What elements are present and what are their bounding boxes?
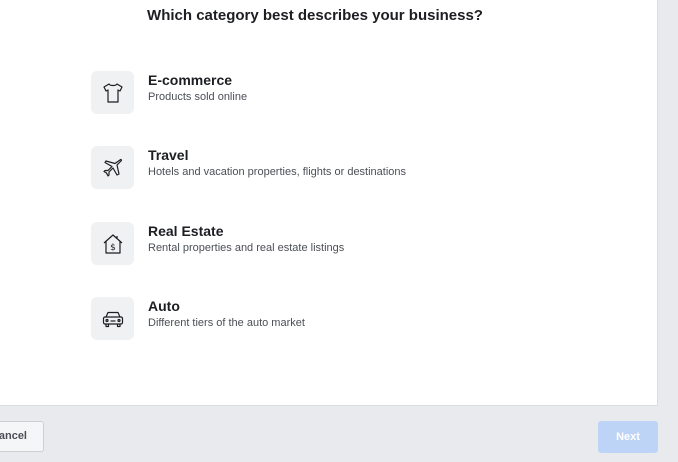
option-travel[interactable]: Travel Hotels and vacation properties, f…	[91, 146, 511, 190]
airplane-icon	[91, 146, 134, 189]
tshirt-icon	[91, 71, 134, 114]
option-description: Different tiers of the auto market	[148, 317, 305, 329]
page: Which category best describes your busin…	[0, 0, 678, 462]
cancel-button[interactable]: ancel	[0, 421, 44, 452]
option-description: Hotels and vacation properties, flights …	[148, 166, 407, 178]
option-title: Auto	[148, 298, 180, 314]
option-title: Travel	[148, 147, 189, 163]
next-button[interactable]: Next	[598, 421, 658, 453]
car-icon	[91, 297, 134, 340]
option-title: E-commerce	[148, 72, 233, 88]
option-ecommerce[interactable]: E-commerce Products sold online	[91, 71, 511, 115]
option-description: Products sold online	[148, 91, 248, 103]
option-auto[interactable]: Auto Different tiers of the auto market	[91, 297, 511, 341]
question-heading: Which category best describes your busin…	[147, 7, 483, 24]
category-card: Which category best describes your busin…	[0, 0, 658, 406]
svg-text:$: $	[110, 243, 116, 253]
option-real-estate[interactable]: $ Real Estate Rental properties and real…	[91, 222, 511, 266]
option-title: Real Estate	[148, 223, 224, 239]
house-dollar-icon: $	[91, 222, 134, 265]
option-description: Rental properties and real estate listin…	[148, 242, 345, 254]
